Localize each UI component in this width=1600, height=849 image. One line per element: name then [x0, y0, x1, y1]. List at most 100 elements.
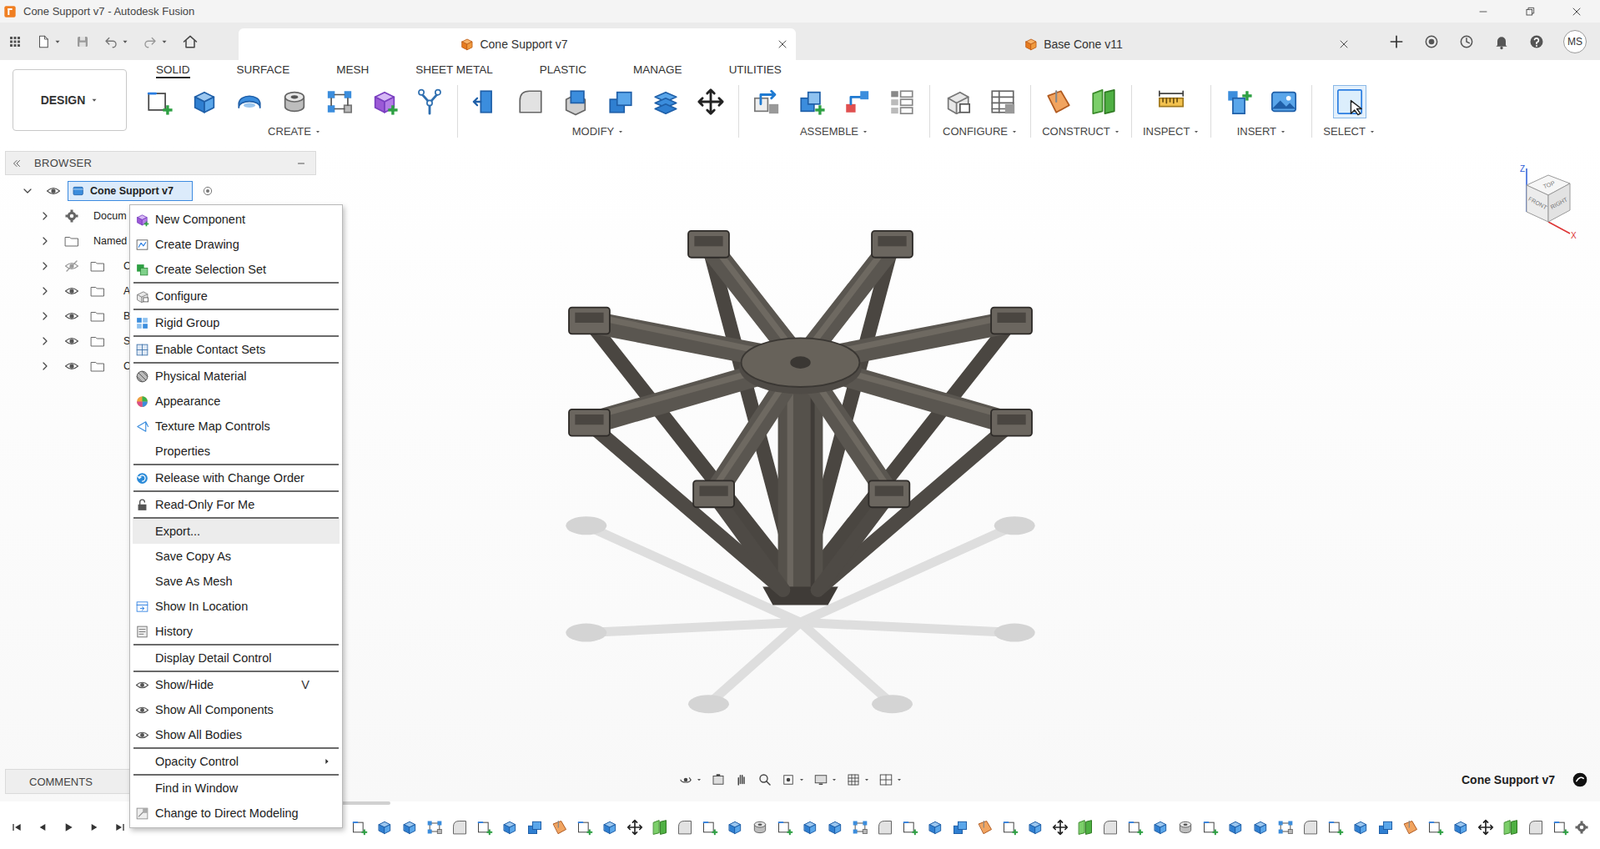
tool-button[interactable]: [468, 85, 503, 119]
chevron-right-icon[interactable]: [38, 209, 52, 223]
feature-combine-icon[interactable]: [526, 819, 544, 836]
tool-group-label[interactable]: CONFIGURE: [942, 125, 1018, 138]
collapse-icon[interactable]: [10, 157, 23, 170]
minimize-panel-icon[interactable]: [295, 157, 307, 170]
feature-extrude-icon[interactable]: [376, 819, 393, 836]
feature-axis-icon[interactable]: [651, 819, 669, 836]
toolbar-tab[interactable]: MANAGE: [633, 60, 683, 79]
tool-button[interactable]: [1222, 85, 1256, 119]
chevron-right-icon[interactable]: [38, 334, 52, 348]
feature-sketch-icon[interactable]: [1001, 819, 1019, 836]
tool-group-label[interactable]: MODIFY: [572, 125, 625, 138]
feature-sketch-icon[interactable]: [1327, 819, 1344, 836]
eye-hidden-icon[interactable]: [64, 258, 80, 274]
job-icon[interactable]: [1458, 33, 1475, 51]
last-icon[interactable]: [113, 820, 127, 835]
eye-icon[interactable]: [45, 183, 61, 199]
feature-extrude-icon[interactable]: [1227, 819, 1244, 836]
feature-fillet-icon[interactable]: [1101, 819, 1119, 836]
tool-button[interactable]: [322, 85, 357, 119]
feature-extrude-icon[interactable]: [1026, 819, 1044, 836]
tool-button[interactable]: [142, 85, 177, 119]
grid-icon[interactable]: [7, 34, 23, 50]
toolbar-tab[interactable]: SURFACE: [236, 60, 291, 79]
tool-button[interactable]: [277, 85, 312, 119]
close-tab-icon[interactable]: [775, 37, 790, 51]
feature-sketch-icon[interactable]: [476, 819, 494, 836]
feature-extrude-icon[interactable]: [401, 819, 418, 836]
toolbar-tab[interactable]: SOLID: [155, 60, 191, 79]
tool-group-label[interactable]: ASSEMBLE: [800, 125, 869, 138]
tool-group-label[interactable]: INSPECT: [1142, 125, 1200, 138]
tool-group-label[interactable]: SELECT: [1323, 125, 1376, 138]
feature-plane-icon[interactable]: [1402, 819, 1419, 836]
feature-fillet-icon[interactable]: [451, 819, 468, 836]
menu-item[interactable]: History: [132, 618, 340, 645]
menu-item[interactable]: Show In Location: [132, 593, 340, 619]
nav-button[interactable]: [878, 772, 903, 788]
menu-item[interactable]: Change to Direct Modeling: [132, 800, 340, 826]
tool-button[interactable]: [603, 85, 638, 119]
menu-item[interactable]: Configure: [132, 283, 340, 309]
tool-button[interactable]: [940, 85, 975, 119]
chevron-right-icon[interactable]: [38, 234, 52, 248]
toolbar-tab[interactable]: PLASTIC: [539, 60, 587, 79]
eye-icon[interactable]: [64, 283, 80, 299]
tool-button[interactable]: [232, 85, 267, 119]
play-icon[interactable]: [61, 820, 76, 835]
home-icon[interactable]: [181, 33, 199, 51]
menu-item[interactable]: Export...: [132, 518, 340, 544]
menu-item[interactable]: Create Selection Set: [132, 256, 340, 282]
tool-group-label[interactable]: CREATE: [267, 125, 322, 138]
menu-item[interactable]: Create Drawing: [132, 231, 340, 257]
menu-item[interactable]: Physical Material: [132, 363, 340, 389]
view-cube-icon[interactable]: TOPFRONTRIGHTZX: [1514, 163, 1582, 241]
feature-axis-icon[interactable]: [1076, 819, 1094, 836]
feature-sketch-icon[interactable]: [776, 819, 794, 836]
chevron-down-icon[interactable]: [20, 184, 35, 198]
chevron-right-icon[interactable]: [38, 284, 52, 298]
online-icon[interactable]: [1423, 33, 1440, 51]
tool-button[interactable]: [367, 85, 402, 119]
feature-pattern-icon[interactable]: [1277, 819, 1294, 836]
tool-button[interactable]: [1086, 85, 1121, 119]
menu-item[interactable]: Show/HideV: [132, 672, 340, 698]
feature-fillet-icon[interactable]: [1302, 819, 1319, 836]
menu-item[interactable]: Show All Components: [132, 697, 340, 723]
menu-item[interactable]: Display Detail Control: [132, 645, 340, 671]
tool-group-label[interactable]: CONSTRUCT: [1041, 125, 1121, 138]
feature-extrude-icon[interactable]: [601, 819, 619, 836]
menu-item[interactable]: Release with Change Order: [132, 465, 340, 491]
min-icon[interactable]: [1459, 0, 1507, 23]
nav-button[interactable]: [813, 772, 838, 788]
tool-button[interactable]: [986, 85, 1020, 119]
menu-item[interactable]: Read-Only For Me: [132, 492, 340, 518]
tool-button[interactable]: [558, 85, 593, 119]
bell-icon[interactable]: [1493, 33, 1510, 51]
status-icon[interactable]: [1571, 771, 1589, 789]
feature-fillet-icon[interactable]: [1527, 819, 1545, 836]
caret-icon[interactable]: [160, 37, 169, 46]
plus-icon[interactable]: [1388, 33, 1405, 51]
feature-move-icon[interactable]: [1051, 819, 1069, 836]
chevron-right-icon[interactable]: [38, 359, 52, 373]
tool-button[interactable]: [187, 85, 222, 119]
menu-item[interactable]: Appearance: [132, 388, 340, 414]
eye-icon[interactable]: [64, 358, 80, 374]
tool-button[interactable]: [1154, 85, 1188, 119]
feature-sketch-icon[interactable]: [901, 819, 919, 836]
file-icon[interactable]: [35, 34, 51, 50]
menu-item[interactable]: Opacity Control: [132, 749, 340, 775]
nav-button[interactable]: [845, 772, 871, 788]
nav-button[interactable]: [757, 772, 773, 788]
chevron-right-icon[interactable]: [38, 259, 52, 273]
menu-item[interactable]: Properties: [132, 438, 340, 464]
feature-sketch-icon[interactable]: [576, 819, 594, 836]
tool-button[interactable]: [513, 85, 548, 119]
eye-icon[interactable]: [64, 308, 80, 324]
feature-sketch-icon[interactable]: [1202, 819, 1219, 836]
activate-radio-icon[interactable]: [201, 184, 215, 198]
cone-support-model[interactable]: [550, 214, 1051, 725]
feature-sketch-icon[interactable]: [1427, 819, 1445, 836]
nav-button[interactable]: [710, 772, 726, 788]
